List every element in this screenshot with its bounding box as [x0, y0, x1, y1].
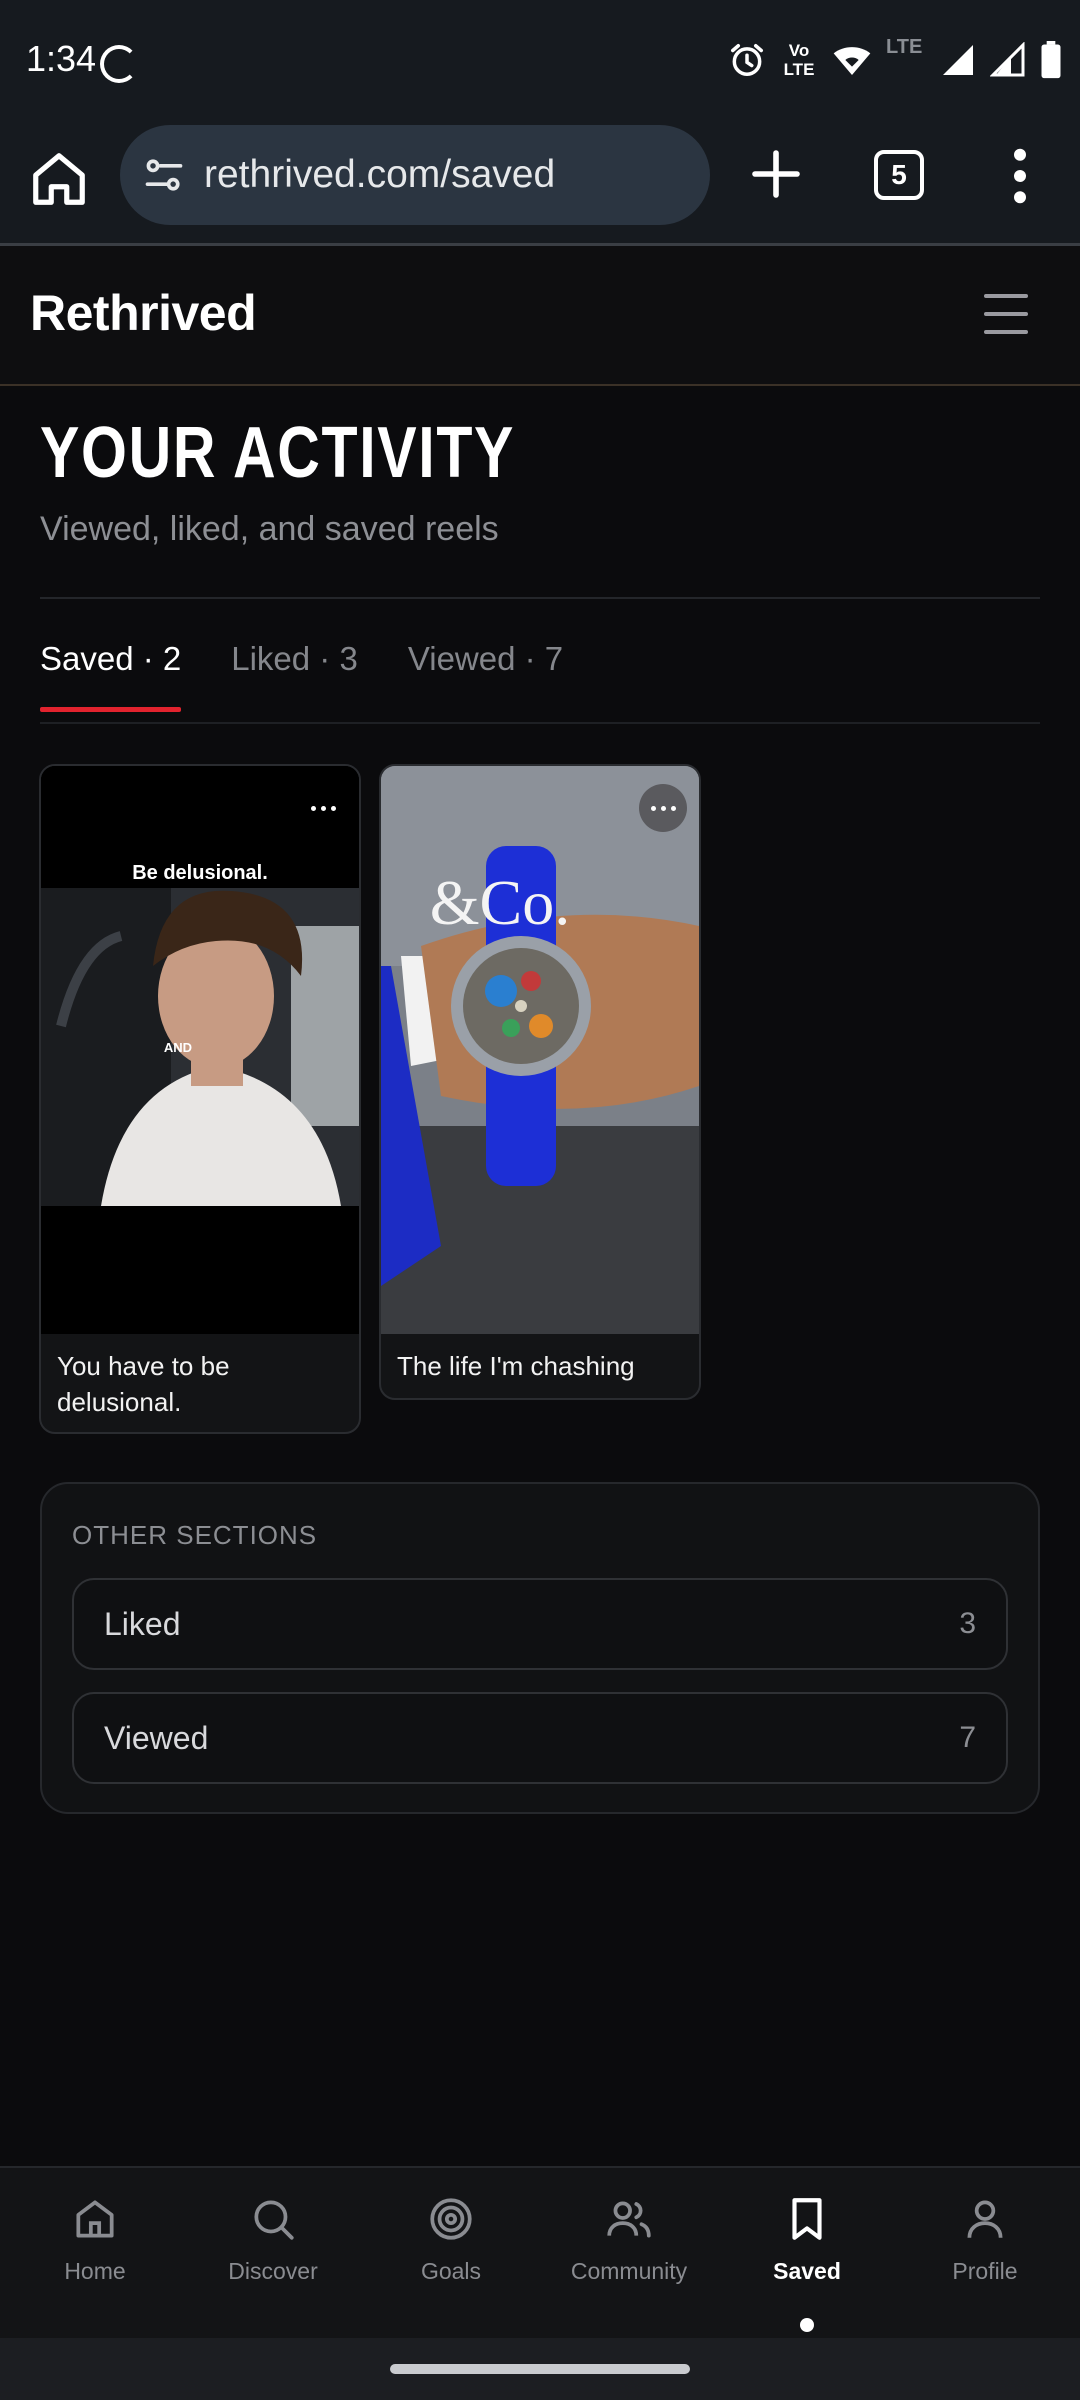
reel-thumbnail[interactable]: Be delusional. AND [41, 766, 359, 1334]
status-bar: 1:34 Vo LTE LTE [0, 0, 1080, 122]
reel-caption: You have to be delusional. [57, 1351, 230, 1417]
section-label: Liked [104, 1606, 181, 1642]
address-bar[interactable]: rethrived.com/saved [120, 125, 710, 225]
lte-icon: LTE [886, 36, 926, 80]
activity-tabs: Saved · 2 Liked · 3 Viewed · 7 [40, 640, 613, 712]
nav-profile[interactable]: Profile [896, 2194, 1074, 2334]
nav-discover[interactable]: Discover [184, 2194, 362, 2334]
site-header: Rethrived [0, 246, 1080, 386]
other-sections-panel: OTHER SECTIONS Liked 3 Viewed 7 [40, 1482, 1040, 1814]
nav-home[interactable]: Home [6, 2194, 184, 2334]
page-subtitle: Viewed, liked, and saved reels [40, 510, 499, 548]
menu-icon[interactable] [984, 294, 1028, 334]
reel-card[interactable]: Be delusional. AND You have to be delusi… [39, 764, 361, 1434]
reel-thumbnail[interactable]: &Co. [381, 766, 699, 1334]
home-icon [76, 2200, 114, 2238]
browser-toolbar: rethrived.com/saved 5 [0, 122, 1080, 246]
nav-label: Goals [420, 2258, 482, 2284]
reel-overlay-subtext: AND [163, 1040, 193, 1055]
status-icons: Vo LTE LTE [728, 36, 1062, 80]
tab-switcher-button[interactable]: 5 [874, 150, 924, 200]
divider [40, 597, 1040, 599]
wifi-icon [833, 47, 871, 75]
url-text[interactable]: rethrived.com/saved [204, 153, 555, 197]
section-label: Viewed [104, 1720, 209, 1756]
nav-label: Community [570, 2258, 688, 2284]
more-options-button[interactable] [299, 784, 347, 832]
bookmark-icon [792, 2198, 822, 2240]
section-count: 7 [959, 1721, 976, 1754]
tab-viewed[interactable]: Viewed · 7 [408, 640, 563, 712]
home-gesture-handle[interactable] [390, 2364, 690, 2374]
search-icon [254, 2200, 294, 2240]
status-time: 1:34 [26, 38, 97, 79]
tab-liked[interactable]: Liked · 3 [231, 640, 358, 712]
nav-community[interactable]: Community [540, 2194, 718, 2334]
site-settings-icon[interactable] [142, 153, 186, 197]
divider [40, 722, 1040, 724]
nav-label: Profile [952, 2258, 1018, 2284]
target-icon [430, 2198, 472, 2240]
users-icon [607, 2201, 651, 2238]
gesture-bar [0, 2338, 1080, 2400]
battery-icon [1041, 41, 1061, 79]
watch-logo: &Co. [429, 867, 571, 938]
signal-icon [943, 45, 973, 75]
reel-thumbnail-image [381, 766, 699, 1334]
bottom-navigation: Home Discover Goals Community Saved Prof… [0, 2166, 1080, 2338]
signal-icon [990, 42, 1025, 77]
nav-label: Home [64, 2258, 126, 2284]
lte-label: LTE [886, 36, 923, 58]
section-link-viewed[interactable]: Viewed 7 [72, 1692, 1008, 1784]
tab-count: 5 [891, 159, 907, 190]
browser-menu-icon[interactable] [1004, 146, 1036, 206]
nav-label: Saved [773, 2258, 841, 2284]
reel-overlay-text: Be delusional. [132, 862, 268, 884]
nav-label: Discover [228, 2258, 318, 2284]
nav-goals[interactable]: Goals [362, 2194, 540, 2334]
brand-logo[interactable]: Rethrived [30, 284, 257, 342]
volte-icon: Vo LTE [780, 41, 818, 79]
reel-caption: The life I'm chashing [397, 1351, 635, 1381]
loading-spinner-icon [100, 45, 138, 83]
section-count: 3 [959, 1607, 976, 1640]
volte-label: Vo LTE [783, 41, 815, 79]
alarm-icon [731, 44, 763, 76]
tab-saved[interactable]: Saved · 2 [40, 640, 182, 712]
new-tab-button[interactable] [748, 146, 804, 202]
more-options-button[interactable] [639, 784, 687, 832]
section-link-liked[interactable]: Liked 3 [72, 1578, 1008, 1670]
browser-home-icon[interactable] [28, 148, 90, 210]
active-indicator-dot [800, 2318, 814, 2332]
user-icon [967, 2200, 1003, 2238]
nav-saved[interactable]: Saved [718, 2194, 896, 2334]
reel-card[interactable]: &Co. The life I'm chashing [379, 764, 701, 1400]
page-title: YOUR ACTIVITY [40, 413, 516, 493]
other-sections-title: OTHER SECTIONS [72, 1520, 318, 1550]
